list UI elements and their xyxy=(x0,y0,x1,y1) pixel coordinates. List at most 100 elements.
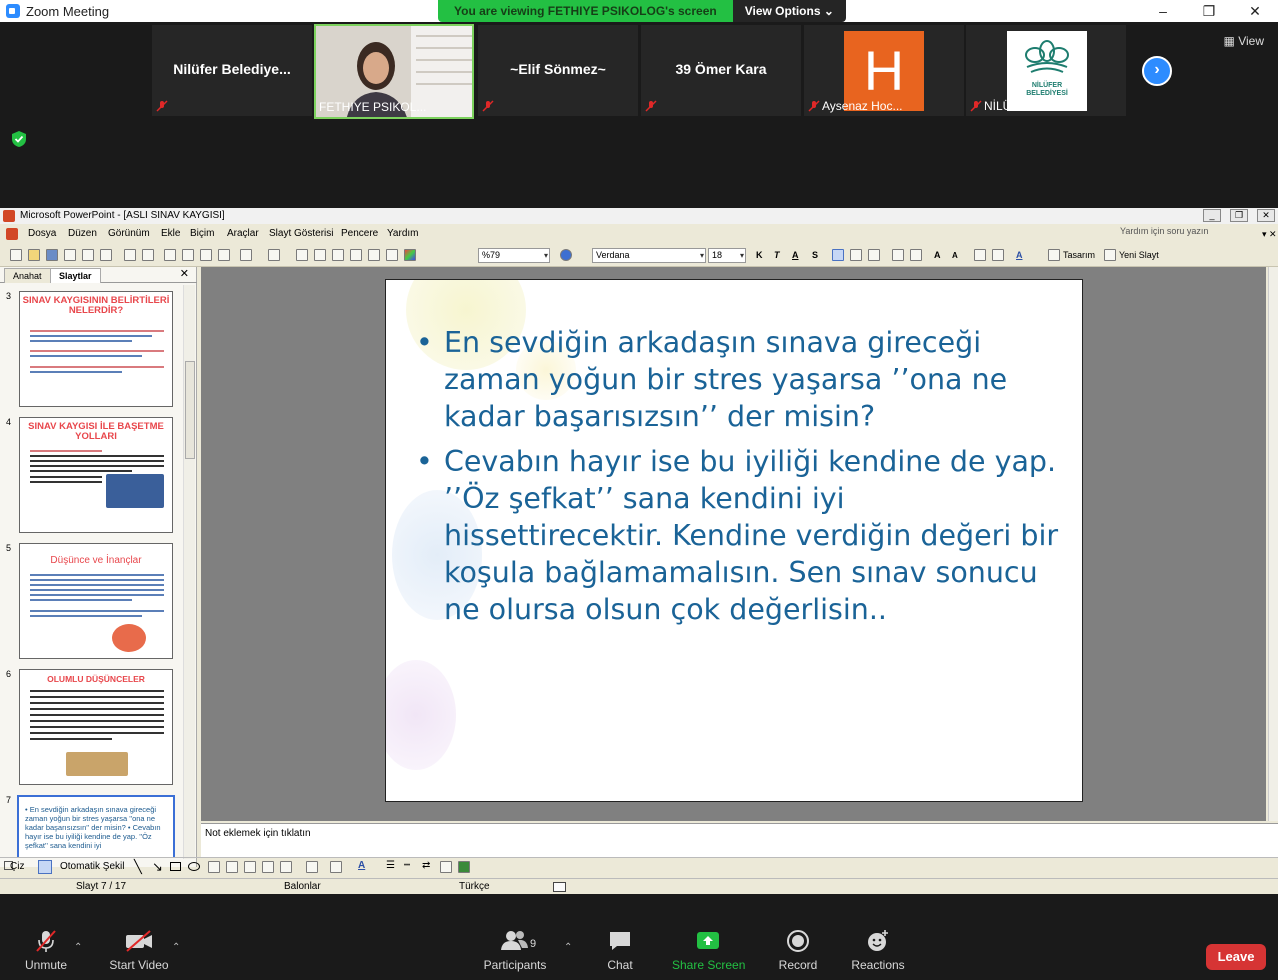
participants-button[interactable]: Participants xyxy=(482,928,548,972)
help-search-input[interactable]: Yardım için soru yazın xyxy=(1120,225,1270,238)
chart-icon[interactable] xyxy=(296,249,308,261)
tab-outline[interactable]: Anahat xyxy=(4,268,51,283)
expand-icon[interactable] xyxy=(350,249,362,261)
oval-tool-icon[interactable] xyxy=(188,862,200,871)
menu-slayt-gosterisi[interactable]: Slayt Gösterisi xyxy=(269,225,333,243)
view-options-button[interactable]: View Options ⌄ xyxy=(732,0,846,22)
wordart-tool-icon[interactable] xyxy=(226,861,238,873)
arrow-style-icon[interactable]: ⇄ xyxy=(422,860,430,871)
align-center-icon[interactable] xyxy=(850,249,862,261)
slide-bullets[interactable]: En sevdiğin arkadaşın sınava gireceği za… xyxy=(416,324,1066,636)
participant-tile-active[interactable]: FETHIYE PSIKOL... xyxy=(314,24,474,119)
font-size-select[interactable]: 18 ▾ xyxy=(708,248,746,263)
ppt-minimize-icon[interactable]: _ xyxy=(1203,209,1221,222)
shadow-style-icon[interactable] xyxy=(440,861,452,873)
3d-style-icon[interactable] xyxy=(458,861,470,873)
shield-icon[interactable] xyxy=(11,130,27,148)
italic-button[interactable]: T xyxy=(774,249,780,262)
underline-button[interactable]: A xyxy=(792,249,799,262)
table-icon[interactable] xyxy=(314,249,326,261)
color-grayscale-icon[interactable] xyxy=(404,249,416,261)
close-icon[interactable]: ✕ xyxy=(1232,0,1278,22)
bold-button[interactable]: K xyxy=(756,249,763,262)
show-formatting-icon[interactable] xyxy=(368,249,380,261)
slide-bullet[interactable]: En sevdiğin arkadaşın sınava gireceği za… xyxy=(416,324,1066,435)
zoom-select[interactable]: %79 ▾ xyxy=(478,248,550,263)
view-button[interactable]: ▦ View xyxy=(1224,34,1264,48)
editor-scrollbar[interactable] xyxy=(1268,267,1278,821)
participant-tile[interactable]: NİLÜFER BELEDİYESİ NİLÜFER BEL... xyxy=(966,25,1126,116)
slide-thumbnail[interactable]: Düşünce ve İnançlar xyxy=(19,543,173,659)
menu-dosya[interactable]: Dosya xyxy=(28,225,56,243)
start-video-button[interactable]: Start Video xyxy=(106,928,172,972)
decrease-font-button[interactable]: A xyxy=(952,249,958,262)
paste-icon[interactable] xyxy=(200,249,212,261)
line-style-icon[interactable]: ☰ xyxy=(386,860,395,871)
participant-tile[interactable]: ~Elif Sönmez~ xyxy=(478,25,638,116)
decrease-indent-icon[interactable] xyxy=(974,249,986,261)
participant-tile[interactable]: H Aysenaz Hoc... xyxy=(804,25,964,116)
video-options-chevron-icon[interactable]: ⌃ xyxy=(172,942,180,953)
bullets-icon[interactable] xyxy=(910,249,922,261)
print-preview-icon[interactable] xyxy=(100,249,112,261)
participant-tile[interactable]: Nilüfer Belediye... xyxy=(152,25,312,116)
font-color-button[interactable]: A xyxy=(1016,249,1023,262)
diagram-tool-icon[interactable] xyxy=(244,861,256,873)
help-dropdown-icon[interactable]: ▾ xyxy=(1262,225,1267,243)
record-button[interactable]: Record xyxy=(776,928,820,972)
print-icon[interactable] xyxy=(82,249,94,261)
spelling-icon[interactable] xyxy=(124,249,136,261)
clipart-tool-icon[interactable] xyxy=(262,861,274,873)
menu-araclar[interactable]: Araçlar xyxy=(227,225,259,243)
undo-icon[interactable] xyxy=(240,249,252,261)
textbox-tool-icon[interactable] xyxy=(208,861,220,873)
menu-gorunum[interactable]: Görünüm xyxy=(108,225,150,243)
cut-icon[interactable] xyxy=(164,249,176,261)
slide-thumbnail[interactable]: SINAV KAYGISININ BELİRTİLERİ NELERDİR? xyxy=(19,291,173,407)
arrow-tool-icon[interactable]: ↘ xyxy=(152,859,163,875)
unmute-button[interactable]: Unmute xyxy=(22,928,70,972)
menu-bicim[interactable]: Biçim xyxy=(190,225,214,243)
align-left-icon[interactable] xyxy=(832,249,844,261)
redo-icon[interactable] xyxy=(268,249,280,261)
format-painter-icon[interactable] xyxy=(218,249,230,261)
design-icon[interactable] xyxy=(1048,249,1060,261)
scroll-thumb[interactable] xyxy=(185,361,195,459)
menu-ekle[interactable]: Ekle xyxy=(161,225,180,243)
participant-tile[interactable]: 39 Ömer Kara xyxy=(641,25,801,116)
ppt-close-icon[interactable]: ✕ xyxy=(1257,209,1275,222)
new-file-icon[interactable] xyxy=(10,249,22,261)
share-screen-button[interactable]: Share Screen xyxy=(672,928,745,972)
panel-scrollbar[interactable] xyxy=(183,285,195,859)
ppt-restore-icon[interactable]: ❐ xyxy=(1230,209,1248,222)
menu-pencere[interactable]: Pencere xyxy=(341,225,378,243)
autoshapes-menu[interactable]: Otomatik Şekil xyxy=(60,861,124,872)
increase-font-button[interactable]: A xyxy=(934,249,941,262)
design-button[interactable]: Tasarım xyxy=(1063,249,1095,262)
picture-tool-icon[interactable] xyxy=(280,861,292,873)
menu-yardim[interactable]: Yardım xyxy=(387,225,419,243)
slide-thumbnail[interactable]: OLUMLU DÜŞÜNCELER xyxy=(19,669,173,785)
leave-button[interactable]: Leave xyxy=(1206,944,1266,970)
tab-slides[interactable]: Slaytlar xyxy=(50,268,101,283)
open-folder-icon[interactable] xyxy=(28,249,40,261)
grid-icon[interactable] xyxy=(386,249,398,261)
restore-icon[interactable]: ❐ xyxy=(1186,0,1232,22)
font-color-draw-button[interactable]: A xyxy=(358,860,365,871)
participants-chevron-icon[interactable]: ⌃ xyxy=(564,942,572,953)
menu-duzen[interactable]: Düzen xyxy=(68,225,97,243)
permission-icon[interactable] xyxy=(64,249,76,261)
chat-button[interactable]: Chat xyxy=(600,928,640,972)
tables-borders-icon[interactable] xyxy=(332,249,344,261)
new-slide-button[interactable]: Yeni Slayt xyxy=(1119,249,1159,262)
next-page-button[interactable]: › xyxy=(1142,56,1172,86)
line-color-icon[interactable] xyxy=(330,861,342,873)
numbering-icon[interactable] xyxy=(892,249,904,261)
fill-color-icon[interactable] xyxy=(306,861,318,873)
close-doc-icon[interactable]: ✕ xyxy=(1269,225,1277,243)
shadow-button[interactable]: S xyxy=(812,249,818,262)
save-icon[interactable] xyxy=(46,249,58,261)
panel-close-icon[interactable]: ✕ xyxy=(180,267,189,280)
minimize-icon[interactable]: – xyxy=(1140,0,1186,22)
align-right-icon[interactable] xyxy=(868,249,880,261)
